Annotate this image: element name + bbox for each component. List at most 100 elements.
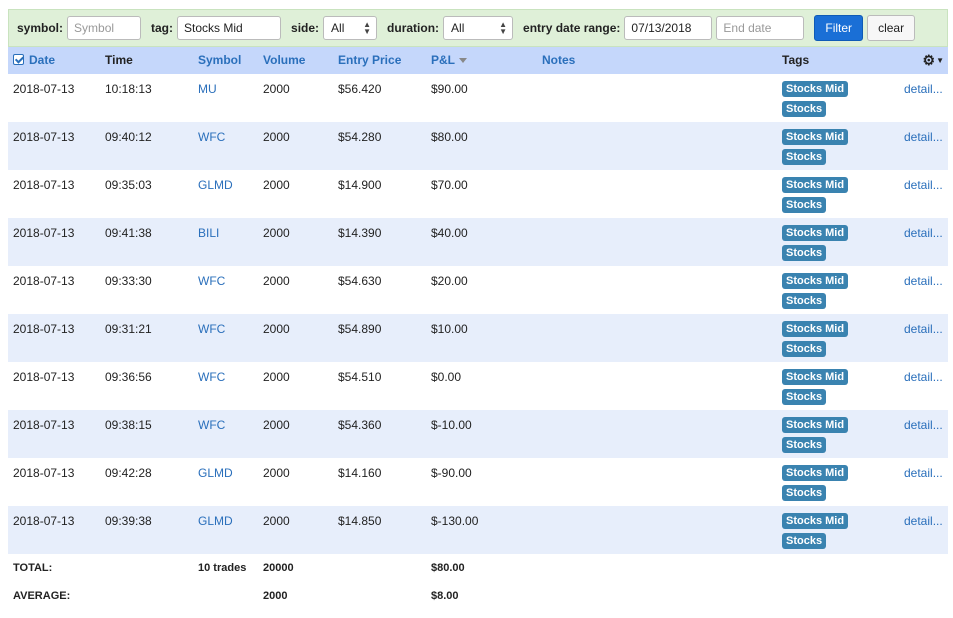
cell-symbol-link[interactable]: WFC — [198, 418, 225, 432]
cell-symbol-link[interactable]: GLMD — [198, 514, 233, 528]
cell-volume: 2000 — [263, 370, 290, 384]
filter-bar: symbol: tag: side: All ▲▼ duration: All … — [8, 9, 948, 47]
cell-entry-price: $14.850 — [338, 514, 382, 528]
detail-link[interactable]: detail... — [904, 130, 943, 144]
tag-badge: Stocks — [782, 245, 827, 261]
cell-volume: 2000 — [263, 130, 290, 144]
duration-filter-value: All — [451, 21, 465, 35]
table-row: 2018-07-13 09:42:28 GLMD 2000 $14.160 $-90.00… — [8, 458, 948, 506]
cell-entry-price: $14.160 — [338, 466, 382, 480]
cell-entry-price: $54.360 — [338, 418, 382, 432]
column-entry-price[interactable]: Entry Price — [338, 47, 401, 74]
table-row: 2018-07-13 09:35:03 GLMD 2000 $14.900 $70.00 S… — [8, 170, 948, 218]
column-tags: Tags — [782, 53, 810, 67]
cell-pnl: $80.00 — [431, 130, 468, 144]
cell-volume: 2000 — [263, 178, 290, 192]
cell-entry-price: $54.890 — [338, 322, 382, 336]
side-filter-label: side: — [291, 21, 320, 35]
totals-pnl: $80.00 — [431, 562, 465, 574]
column-notes[interactable]: Notes — [542, 47, 575, 74]
cell-pnl: $90.00 — [431, 82, 468, 96]
tag-badge: Stocks — [782, 293, 827, 309]
cell-symbol-link[interactable]: WFC — [198, 274, 225, 288]
detail-link[interactable]: detail... — [904, 226, 943, 240]
column-symbol[interactable]: Symbol — [198, 47, 241, 74]
average-label: AVERAGE: — [13, 590, 71, 602]
column-time: Time — [105, 53, 133, 67]
cell-symbol-link[interactable]: GLMD — [198, 178, 233, 192]
cell-time: 09:42:28 — [105, 466, 152, 480]
caret-down-icon: ▼ — [936, 56, 944, 65]
cell-date: 2018-07-13 — [13, 418, 75, 432]
symbol-filter-input[interactable] — [67, 16, 142, 40]
cell-pnl: $-130.00 — [431, 514, 479, 528]
cell-pnl: $40.00 — [431, 226, 468, 240]
column-date[interactable]: Date — [13, 47, 55, 74]
cell-pnl: $-90.00 — [431, 466, 472, 480]
gear-icon[interactable]: ⚙ — [923, 52, 936, 68]
end-date-input[interactable] — [716, 16, 805, 40]
side-filter-value: All — [331, 21, 345, 35]
start-date-input[interactable] — [624, 16, 713, 40]
select-arrows-icon: ▲ ▼ — [363, 20, 372, 36]
tag-filter-input[interactable] — [177, 16, 282, 40]
tag-badge: Stocks — [782, 437, 827, 453]
detail-link[interactable]: detail... — [904, 466, 943, 480]
cell-time: 09:33:30 — [105, 274, 152, 288]
table-row: 2018-07-13 09:40:12 WFC 2000 $54.280 $80.00 St… — [8, 122, 948, 170]
cell-symbol-link[interactable]: WFC — [198, 322, 225, 336]
detail-link[interactable]: detail... — [904, 82, 943, 96]
cell-time: 09:40:12 — [105, 130, 152, 144]
entry-date-range-label: entry date range: — [523, 21, 621, 35]
detail-link[interactable]: detail... — [904, 418, 943, 432]
cell-symbol-link[interactable]: GLMD — [198, 466, 233, 480]
average-pnl: $8.00 — [431, 590, 459, 602]
cell-pnl: $-10.00 — [431, 418, 472, 432]
cell-date: 2018-07-13 — [13, 514, 75, 528]
cell-entry-price: $54.630 — [338, 274, 382, 288]
duration-filter-select[interactable]: All ▲ ▼ — [443, 16, 514, 40]
table-row: 2018-07-13 10:18:13 MU 2000 $56.420 $90.00 Sto… — [8, 74, 948, 122]
cell-date: 2018-07-13 — [13, 466, 75, 480]
table-row: 2018-07-13 09:36:56 WFC 2000 $54.510 $0.00 Sto… — [8, 362, 948, 410]
cell-symbol-link[interactable]: WFC — [198, 130, 225, 144]
cell-time: 10:18:13 — [105, 82, 152, 96]
cell-entry-price: $54.510 — [338, 370, 382, 384]
detail-link[interactable]: detail... — [904, 514, 943, 528]
tag-badge: Stocks — [782, 149, 827, 165]
cell-symbol-link[interactable]: BILI — [198, 226, 219, 240]
clear-button[interactable]: clear — [867, 15, 916, 41]
table-row: 2018-07-13 09:38:15 WFC 2000 $54.360 $-10.00 S… — [8, 410, 948, 458]
cell-entry-price: $56.420 — [338, 82, 382, 96]
tag-badge: Stocks Mid — [782, 513, 849, 529]
detail-link[interactable]: detail... — [904, 274, 943, 288]
column-volume[interactable]: Volume — [263, 47, 305, 74]
detail-link[interactable]: detail... — [904, 370, 943, 384]
tag-badge: Stocks — [782, 533, 827, 549]
cell-date: 2018-07-13 — [13, 178, 75, 192]
tag-badge: Stocks — [782, 389, 827, 405]
trades-table: Date Time Symbol Volume Entry Price P&L … — [8, 47, 948, 610]
settings-menu[interactable]: ⚙▼ — [923, 47, 944, 74]
totals-volume: 20000 — [263, 562, 294, 574]
cell-symbol-link[interactable]: MU — [198, 82, 217, 96]
totals-row: TOTAL: 10 trades 20000 $80.00 — [8, 554, 948, 582]
totals-trades: 10 trades — [198, 562, 247, 574]
tag-badge: Stocks Mid — [782, 417, 849, 433]
totals-label: TOTAL: — [13, 562, 53, 574]
column-pnl[interactable]: P&L — [431, 47, 467, 74]
cell-date: 2018-07-13 — [13, 274, 75, 288]
cell-volume: 2000 — [263, 466, 290, 480]
filter-button[interactable]: Filter — [814, 15, 864, 41]
cell-symbol-link[interactable]: WFC — [198, 370, 225, 384]
checkbox-checked-icon[interactable] — [13, 54, 24, 65]
tag-badge: Stocks Mid — [782, 225, 849, 241]
cell-time: 09:38:15 — [105, 418, 152, 432]
side-filter-select[interactable]: All ▲ ▼ — [323, 16, 378, 40]
tag-badge: Stocks Mid — [782, 369, 849, 385]
symbol-filter-label: symbol: — [17, 21, 64, 35]
detail-link[interactable]: detail... — [904, 178, 943, 192]
table-row: 2018-07-13 09:31:21 WFC 2000 $54.890 $10.00 St… — [8, 314, 948, 362]
detail-link[interactable]: detail... — [904, 322, 943, 336]
table-row: 2018-07-13 09:33:30 WFC 2000 $54.630 $20.00 St… — [8, 266, 948, 314]
